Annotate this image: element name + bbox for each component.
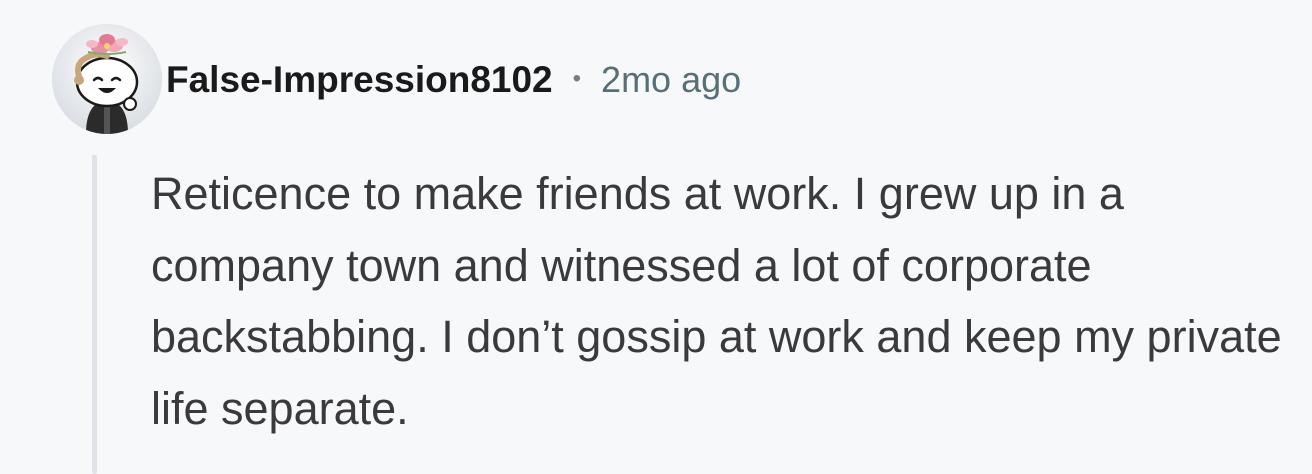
comment-meta: False-Impression8102 • 2mo ago xyxy=(166,55,741,105)
user-avatar[interactable] xyxy=(52,24,162,134)
comment-timestamp[interactable]: 2mo ago xyxy=(601,59,741,101)
comment-body: Reticence to make friends at work. I gre… xyxy=(151,168,1282,434)
username-link[interactable]: False-Impression8102 xyxy=(166,59,553,101)
meta-separator: • xyxy=(572,65,582,92)
comment-card: False-Impression8102 • 2mo ago Reticence… xyxy=(0,0,1312,474)
thread-line[interactable] xyxy=(92,155,97,474)
snoo-avatar-icon xyxy=(52,24,162,134)
